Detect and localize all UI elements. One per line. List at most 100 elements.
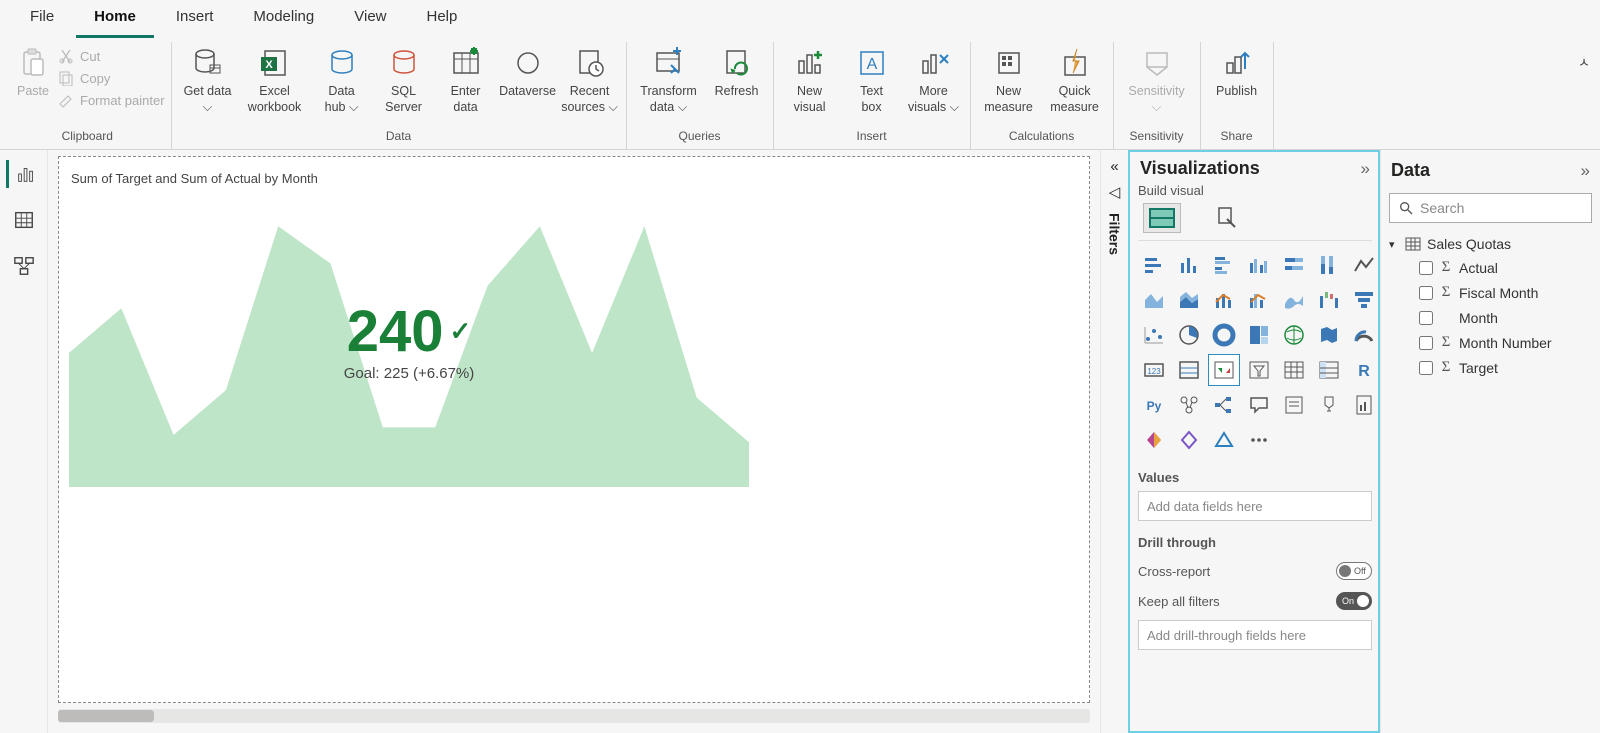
excel-button[interactable]: XExcel workbook: [240, 44, 310, 115]
viz-stacked-bar[interactable]: [1138, 249, 1170, 281]
viz-donut[interactable]: [1208, 319, 1240, 351]
viz-multi-row-card[interactable]: [1173, 354, 1205, 386]
field-row[interactable]: ΣActual: [1419, 255, 1592, 280]
viz-pane-collapse-button[interactable]: »: [1361, 159, 1370, 179]
viz-line-stacked-column[interactable]: [1208, 284, 1240, 316]
sql-server-button[interactable]: SQLServer: [374, 44, 434, 115]
menu-file[interactable]: File: [12, 0, 72, 38]
viz-map[interactable]: [1278, 319, 1310, 351]
field-checkbox[interactable]: [1419, 311, 1433, 325]
more-visuals-icon: [917, 46, 951, 80]
menu-help[interactable]: Help: [409, 0, 476, 38]
viz-area[interactable]: [1138, 284, 1170, 316]
viz-clustered-column[interactable]: [1243, 249, 1275, 281]
viz-filled-map[interactable]: [1313, 319, 1345, 351]
database-icon: [191, 46, 225, 80]
sensitivity-button[interactable]: Sensitivity⌵: [1120, 44, 1194, 115]
menu-modeling[interactable]: Modeling: [235, 0, 332, 38]
filters-expand-button[interactable]: «: [1110, 158, 1118, 175]
viz-slicer[interactable]: [1243, 354, 1275, 386]
kpi-visual[interactable]: Sum of Target and Sum of Actual by Month…: [69, 167, 749, 487]
menu-insert[interactable]: Insert: [158, 0, 232, 38]
new-measure-button[interactable]: Newmeasure: [977, 44, 1041, 115]
viz-qa[interactable]: [1243, 389, 1275, 421]
search-input[interactable]: Search: [1389, 193, 1592, 223]
viz-stacked-column[interactable]: [1173, 249, 1205, 281]
menu-home[interactable]: Home: [76, 0, 154, 38]
viz-waterfall[interactable]: [1313, 284, 1345, 316]
field-checkbox[interactable]: [1419, 336, 1433, 350]
field-checkbox[interactable]: [1419, 261, 1433, 275]
values-well[interactable]: Add data fields here: [1138, 491, 1372, 521]
field-checkbox[interactable]: [1419, 361, 1433, 375]
field-row[interactable]: ΣMonth Number: [1419, 330, 1592, 355]
format-painter-button[interactable]: Format painter: [58, 92, 165, 108]
viz-kpi[interactable]: [1208, 354, 1240, 386]
publish-button[interactable]: Publish: [1207, 44, 1267, 100]
get-data-button[interactable]: Get data⌵: [178, 44, 238, 115]
viz-more[interactable]: [1243, 424, 1275, 456]
viz-line-cluster-column[interactable]: [1243, 284, 1275, 316]
viz-100-bar[interactable]: [1278, 249, 1310, 281]
viz-power-apps[interactable]: [1138, 424, 1170, 456]
viz-stacked-area[interactable]: [1173, 284, 1205, 316]
field-row[interactable]: ΣMonth: [1419, 305, 1592, 330]
viz-card[interactable]: 123: [1138, 354, 1170, 386]
viz-treemap[interactable]: [1243, 319, 1275, 351]
filters-funnel-icon[interactable]: ◁: [1109, 183, 1121, 201]
viz-gauge[interactable]: [1348, 319, 1380, 351]
dataverse-button[interactable]: Dataverse: [498, 44, 558, 100]
viz-r[interactable]: R: [1348, 354, 1380, 386]
viz-scatter[interactable]: [1138, 319, 1170, 351]
viz-matrix[interactable]: [1313, 354, 1345, 386]
report-canvas-wrap: Sum of Target and Sum of Actual by Month…: [48, 150, 1100, 733]
data-pane-collapse-button[interactable]: »: [1581, 161, 1590, 181]
refresh-button[interactable]: Refresh: [707, 44, 767, 100]
field-row[interactable]: ΣFiscal Month: [1419, 280, 1592, 305]
text-box-button[interactable]: ATextbox: [842, 44, 902, 115]
build-visual-tab[interactable]: [1144, 204, 1180, 232]
field-row[interactable]: ΣTarget: [1419, 355, 1592, 380]
table-node[interactable]: ▾ Sales Quotas: [1389, 233, 1592, 255]
viz-goals[interactable]: [1313, 389, 1345, 421]
viz-100-column[interactable]: [1313, 249, 1345, 281]
keep-filters-toggle[interactable]: On: [1336, 592, 1372, 610]
cross-report-toggle[interactable]: Off: [1336, 562, 1372, 580]
format-visual-tab[interactable]: [1208, 204, 1244, 232]
transform-icon: [652, 46, 686, 80]
copy-button[interactable]: Copy: [58, 70, 165, 86]
cut-button[interactable]: Cut: [58, 48, 165, 64]
field-checkbox[interactable]: [1419, 286, 1433, 300]
viz-smart-narrative[interactable]: [1278, 389, 1310, 421]
enter-data-icon: [449, 46, 483, 80]
paste-button[interactable]: Paste: [10, 44, 56, 100]
canvas-scrollbar-horizontal[interactable]: [58, 709, 1090, 723]
menu-view[interactable]: View: [336, 0, 404, 38]
top-menu: File Home Insert Modeling View Help: [0, 0, 1600, 38]
quick-measure-button[interactable]: Quickmeasure: [1043, 44, 1107, 115]
viz-power-automate[interactable]: [1173, 424, 1205, 456]
data-view-button[interactable]: [6, 206, 42, 234]
more-visuals-button[interactable]: Morevisuals ⌵: [904, 44, 964, 115]
viz-funnel[interactable]: [1348, 284, 1380, 316]
viz-ribbon[interactable]: [1278, 284, 1310, 316]
collapse-ribbon-button[interactable]: ㅅ: [1572, 42, 1596, 149]
new-visual-button[interactable]: Newvisual: [780, 44, 840, 115]
viz-line[interactable]: [1348, 249, 1380, 281]
viz-decomposition[interactable]: [1208, 389, 1240, 421]
viz-table[interactable]: [1278, 354, 1310, 386]
transform-data-button[interactable]: Transformdata ⌵: [633, 44, 705, 115]
viz-python[interactable]: Py: [1138, 389, 1170, 421]
drill-through-well[interactable]: Add drill-through fields here: [1138, 620, 1372, 650]
report-canvas[interactable]: Sum of Target and Sum of Actual by Month…: [58, 156, 1090, 703]
model-view-button[interactable]: [6, 252, 42, 280]
recent-sources-button[interactable]: Recentsources ⌵: [560, 44, 620, 115]
viz-clustered-bar[interactable]: [1208, 249, 1240, 281]
viz-key-influencers[interactable]: [1173, 389, 1205, 421]
enter-data-button[interactable]: Enterdata: [436, 44, 496, 115]
viz-pie[interactable]: [1173, 319, 1205, 351]
viz-paginated[interactable]: [1348, 389, 1380, 421]
report-view-button[interactable]: [6, 160, 42, 188]
viz-azure-map[interactable]: [1208, 424, 1240, 456]
data-hub-button[interactable]: Datahub ⌵: [312, 44, 372, 115]
